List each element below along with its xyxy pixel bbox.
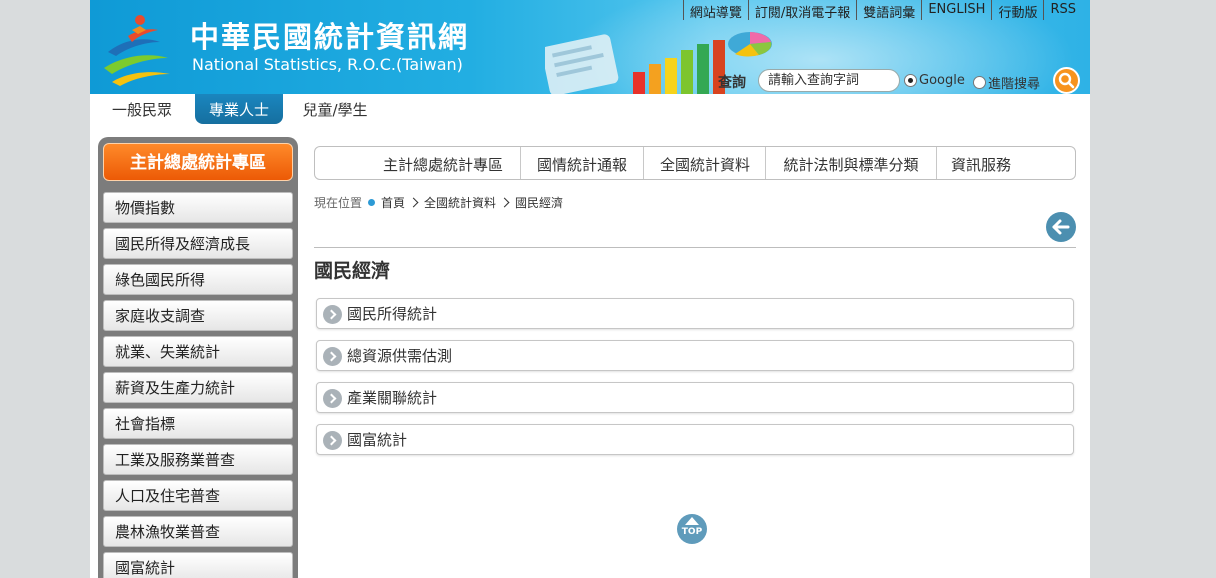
link-glossary[interactable]: 雙語詞彙	[856, 0, 921, 21]
utility-links: 網站導覽 訂閱/取消電子報 雙語詞彙 ENGLISH 行動版 RSS	[682, 0, 1082, 21]
radio-google[interactable]	[904, 74, 917, 87]
dot-icon	[368, 198, 376, 206]
nav-statistical-standards[interactable]: 統計法制與標準分類	[766, 147, 936, 179]
link-newsletter[interactable]: 訂閱/取消電子報	[747, 0, 856, 21]
page-title: 國民經濟	[314, 260, 391, 282]
chevron-right-icon	[323, 347, 342, 366]
sidebar-item-agriculture-census[interactable]: 農林漁牧業普查	[103, 516, 293, 547]
tab-general-public[interactable]: 一般民眾	[102, 94, 182, 124]
site-title: 中華民國統計資訊網	[190, 20, 470, 54]
search-option-google[interactable]: Google	[904, 73, 965, 88]
breadcrumb-current: 國民經濟	[515, 195, 564, 210]
chevron-right-icon	[323, 431, 342, 450]
category-national-wealth[interactable]: 國富統計	[316, 424, 1074, 455]
sidebar-item-price-index[interactable]: 物價指數	[103, 192, 293, 223]
breadcrumb-national-statistics[interactable]: 全國統計資料	[424, 194, 496, 211]
chevron-right-icon	[323, 305, 342, 324]
chevron-right-icon	[408, 197, 419, 207]
sidebar-item-employment[interactable]: 就業、失業統計	[103, 336, 293, 367]
category-resource-supply-demand[interactable]: 總資源供需估測	[316, 340, 1074, 371]
category-national-income[interactable]: 國民所得統計	[316, 298, 1074, 329]
nav-national-statistics[interactable]: 全國統計資料	[644, 147, 766, 179]
sidebar-item-industry-census[interactable]: 工業及服務業普查	[103, 444, 293, 475]
back-button[interactable]	[1046, 212, 1076, 242]
tab-children-students[interactable]: 兒童/學生	[295, 94, 375, 124]
nav-national-bulletin[interactable]: 國情統計通報	[521, 147, 643, 179]
arrow-up-icon	[685, 517, 699, 525]
sidebar-item-national-income[interactable]: 國民所得及經濟成長	[103, 228, 293, 259]
link-rss[interactable]: RSS	[1043, 0, 1082, 20]
main-nav: 主計總處統計專區 國情統計通報 全國統計資料 統計法制與標準分類 資訊服務	[314, 146, 1076, 180]
sidebar-header-button[interactable]: 主計總處統計專區	[103, 143, 293, 181]
sidebar: 主計總處統計專區 物價指數 國民所得及經濟成長 綠色國民所得 家庭收支調查 就業…	[98, 137, 298, 578]
site-logo[interactable]	[98, 12, 180, 88]
tab-professionals[interactable]: 專業人士	[195, 94, 283, 124]
sidebar-item-national-wealth[interactable]: 國富統計	[103, 552, 293, 578]
link-english[interactable]: ENGLISH	[921, 0, 991, 20]
top-label: TOP	[681, 527, 703, 537]
sidebar-item-population-census[interactable]: 人口及住宅普查	[103, 480, 293, 511]
page: 中華民國統計資訊網 National Statistics, R.O.C.(Ta…	[90, 0, 1090, 578]
back-to-top-button[interactable]: TOP	[677, 514, 707, 544]
breadcrumb: 現在位置 首頁 全國統計資料 國民經濟	[314, 193, 563, 211]
radio-advanced[interactable]	[973, 76, 986, 89]
search-label: 查詢	[718, 75, 746, 91]
nav-dgbas-stats[interactable]: 主計總處統計專區	[367, 147, 519, 179]
sidebar-item-green-income[interactable]: 綠色國民所得	[103, 264, 293, 295]
breadcrumb-label: 現在位置	[314, 195, 363, 210]
nav-information-services[interactable]: 資訊服務	[937, 147, 1025, 179]
title-divider	[314, 247, 1076, 248]
sidebar-item-social-indicators[interactable]: 社會指標	[103, 408, 293, 439]
search-option-advanced[interactable]: 進階搜尋	[973, 73, 1040, 92]
sidebar-item-wages[interactable]: 薪資及生產力統計	[103, 372, 293, 403]
magnifier-icon	[1058, 72, 1075, 89]
chevron-right-icon	[323, 389, 342, 408]
arrow-left-icon	[1052, 219, 1070, 235]
category-input-output[interactable]: 產業關聯統計	[316, 382, 1074, 413]
search-input[interactable]	[758, 69, 900, 92]
breadcrumb-home[interactable]: 首頁	[381, 194, 405, 211]
search-button[interactable]	[1053, 67, 1080, 94]
sidebar-item-household-survey[interactable]: 家庭收支調查	[103, 300, 293, 331]
site-subtitle: National Statistics, R.O.C.(Taiwan)	[192, 55, 463, 74]
link-mobile[interactable]: 行動版	[991, 0, 1043, 21]
link-sitemap[interactable]: 網站導覽	[682, 0, 748, 21]
chevron-right-icon	[499, 197, 510, 207]
